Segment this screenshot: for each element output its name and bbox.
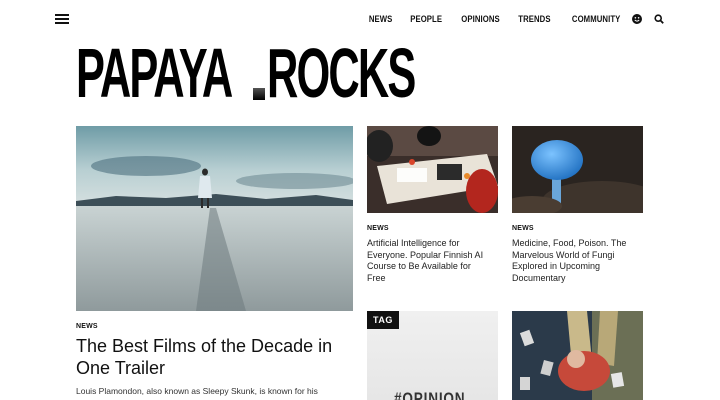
logo-dot <box>253 88 266 100</box>
featured-category[interactable]: NEWS <box>76 323 98 330</box>
ai-course-title[interactable]: Artificial Intelligence for Everyone. Po… <box>367 238 489 284</box>
search-icon[interactable] <box>654 14 664 24</box>
tag-badge: TAG <box>367 311 399 329</box>
ai-course-category[interactable]: NEWS <box>367 225 389 232</box>
fungi-title[interactable]: Medicine, Food, Poison. The Marvelous Wo… <box>512 238 634 284</box>
logo-right: ROCKS <box>267 34 416 112</box>
nav-trends[interactable]: TRENDS <box>518 14 550 24</box>
site-logo[interactable]: PAPAYA ROCKS <box>76 34 505 112</box>
ai-course-image[interactable] <box>367 126 498 213</box>
opinion-tag-card[interactable]: TAG #OPINION <box>367 311 498 400</box>
main-nav: NEWS PEOPLE OPINIONS TRENDS COMMUNITY <box>352 12 664 26</box>
fungi-category[interactable]: NEWS <box>512 225 534 232</box>
featured-excerpt: Louis Plamondon, also known as Sleepy Sk… <box>76 386 318 396</box>
smiley-icon[interactable] <box>632 14 642 24</box>
nav-news[interactable]: NEWS <box>368 14 392 24</box>
logo-left: PAPAYA <box>76 34 233 112</box>
nav-opinions[interactable]: OPINIONS <box>461 14 500 24</box>
illustration-image[interactable] <box>512 311 643 400</box>
nav-people[interactable]: PEOPLE <box>410 14 442 24</box>
menu-icon[interactable] <box>55 14 69 24</box>
nav-community[interactable]: COMMUNITY <box>571 14 620 24</box>
featured-title[interactable]: The Best Films of the Decade in One Trai… <box>76 335 336 379</box>
tag-text: #OPINION <box>394 389 466 400</box>
fungi-image[interactable] <box>512 126 643 213</box>
featured-image[interactable] <box>76 126 353 311</box>
